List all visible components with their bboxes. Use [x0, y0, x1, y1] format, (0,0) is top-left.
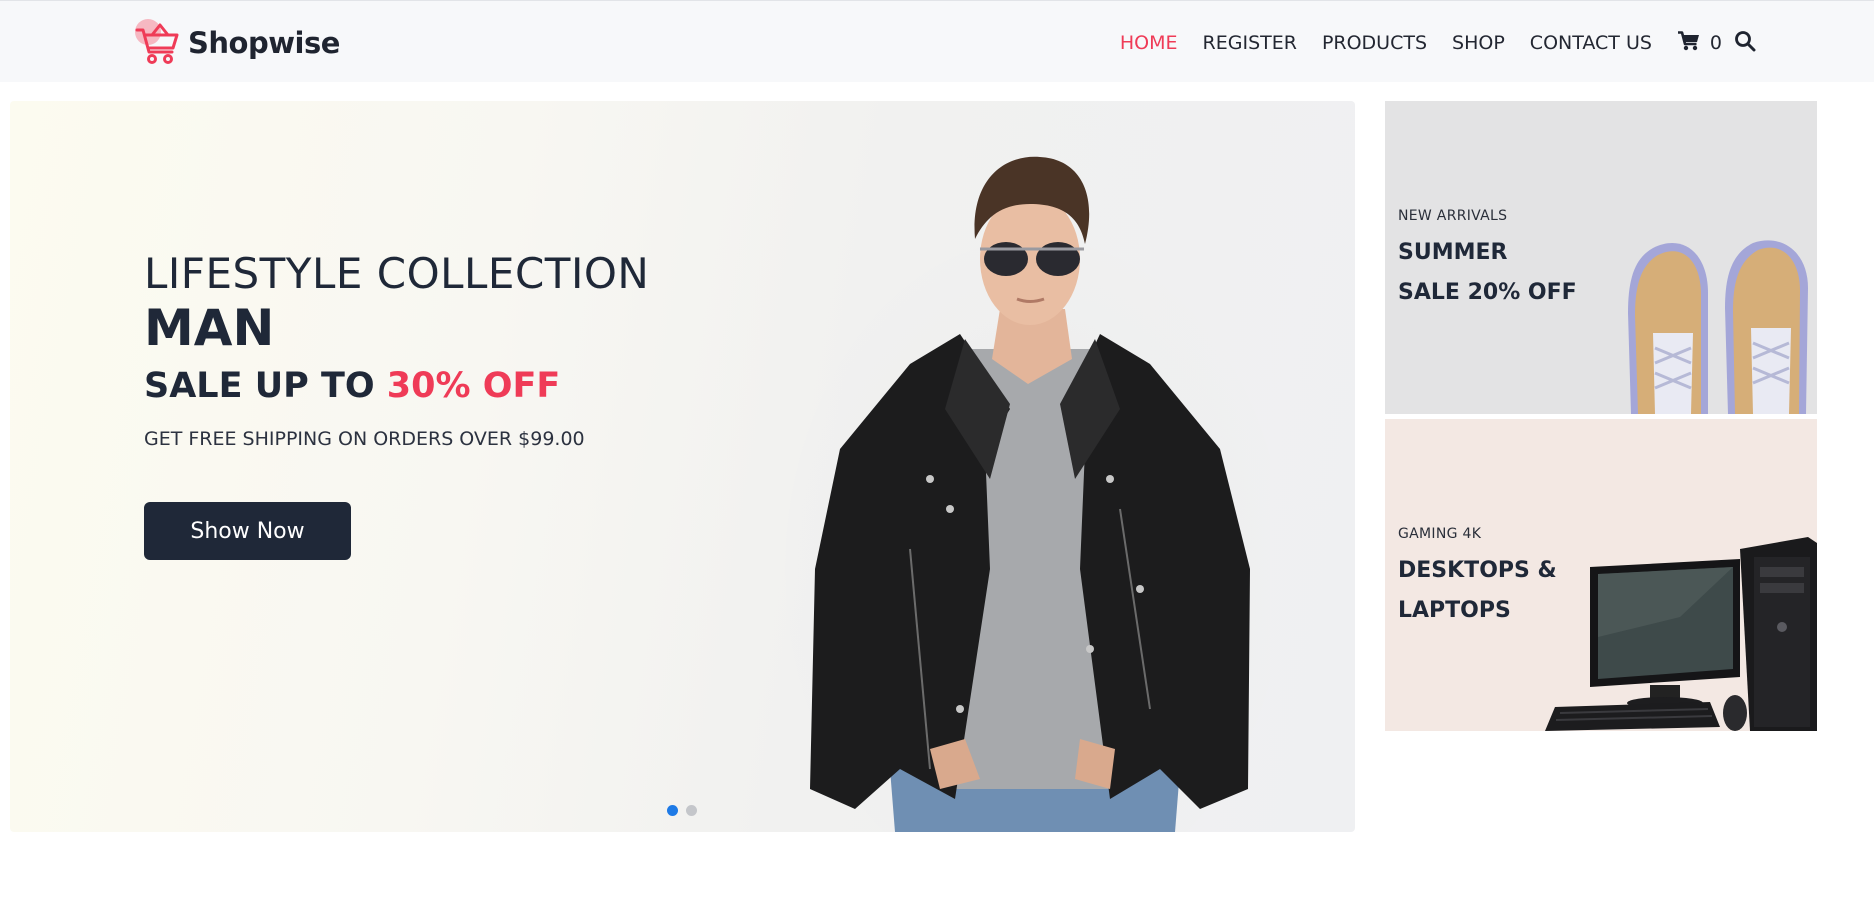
cart-icon [1677, 30, 1700, 56]
brand-name: Shopwise [188, 26, 340, 60]
nav-shop[interactable]: SHOP [1452, 32, 1505, 54]
hero-sale-accent: 30% OFF [386, 366, 561, 406]
banner-kicker: GAMING 4K [1398, 526, 1482, 542]
promo-banner-summer[interactable]: NEW ARRIVALS SUMMER SALE 20% OFF [1385, 101, 1817, 414]
hero-sale-prefix: SALE UP TO [144, 366, 387, 406]
hero-slider: LIFESTYLE COLLECTION MAN SALE UP TO 30% … [10, 101, 1355, 832]
shopping-cart-logo-icon [134, 18, 180, 68]
nav-home[interactable]: HOME [1120, 32, 1178, 54]
hero-shipping-text: GET FREE SHIPPING ON ORDERS OVER $99.00 [144, 428, 585, 450]
brand-logo[interactable]: Shopwise [134, 17, 340, 69]
show-now-button[interactable]: Show Now [144, 502, 351, 560]
hero-model-image [780, 149, 1285, 832]
search-icon [1734, 30, 1756, 57]
promo-banner-desktops[interactable]: GAMING 4K DESKTOPS & LAPTOPS [1385, 419, 1817, 731]
nav-contact-us[interactable]: CONTACT US [1530, 32, 1652, 54]
cart-button[interactable]: 0 [1677, 30, 1722, 56]
banner-title-line2: SALE 20% OFF [1398, 280, 1577, 305]
nav-products[interactable]: PRODUCTS [1322, 32, 1427, 54]
banner-kicker: NEW ARRIVALS [1398, 208, 1508, 224]
hero-subheading: MAN [144, 299, 275, 357]
hero-heading: LIFESTYLE COLLECTION [144, 249, 650, 298]
site-header: Shopwise HOME REGISTER PRODUCTS SHOP CON… [0, 0, 1874, 82]
banner-title-line1: DESKTOPS & [1398, 558, 1557, 583]
hero-sale-text: SALE UP TO 30% OFF [144, 366, 649, 406]
sneakers-image [1613, 233, 1817, 414]
main-nav: HOME REGISTER PRODUCTS SHOP CONTACT US 0 [1095, 23, 1756, 63]
hero-text-block: LIFESTYLE COLLECTION MAN SALE UP TO 30% … [144, 249, 649, 450]
banner-title-line1: SUMMER [1398, 240, 1508, 265]
search-button[interactable] [1734, 30, 1756, 57]
banner-title-line2: LAPTOPS [1398, 598, 1511, 623]
slider-dot-2[interactable] [686, 805, 697, 816]
desktop-computer-image [1540, 537, 1817, 731]
cart-count: 0 [1709, 32, 1722, 54]
slider-pagination [667, 805, 697, 816]
nav-register[interactable]: REGISTER [1203, 32, 1297, 54]
slider-dot-1[interactable] [667, 805, 678, 816]
